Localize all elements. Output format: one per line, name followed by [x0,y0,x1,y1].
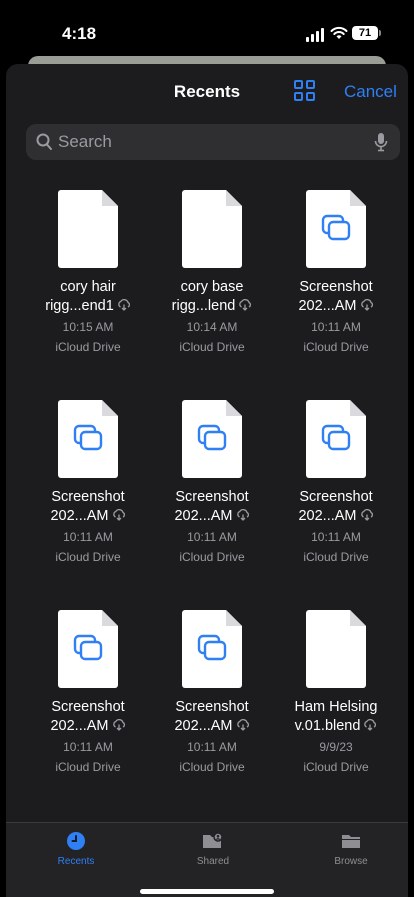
cloud-download-icon[interactable] [238,299,252,311]
file-name: Screenshot 202...AM [26,488,150,526]
folder-icon [342,835,360,848]
tab-recents[interactable]: Recents [36,831,116,867]
file-name-line2: 202...AM [298,508,357,524]
file-name-line2: rigg...end1 [45,298,114,314]
screenshot-icon [58,400,118,478]
cloud-download-icon[interactable] [112,719,126,731]
file-name-line1: Screenshot [175,699,249,715]
file-name-line1: cory base [180,279,244,295]
shared-folder-icon [203,832,223,848]
file-name-line2: v.01.blend [294,718,361,734]
file-location: iCloud Drive [55,340,121,354]
cloud-download-icon[interactable] [236,509,250,521]
file-name: cory hair rigg...end1 [26,278,150,316]
file-name: Screenshot 202...AM [274,488,398,526]
cancel-button[interactable]: Cancel [344,82,397,102]
screenshot-icon [182,610,242,688]
cloud-download-icon[interactable] [363,719,377,731]
tab-shared[interactable]: Shared [173,831,253,867]
screenshot-icon [58,610,118,688]
file-name-line1: Screenshot [175,489,249,505]
file-item[interactable]: Screenshot 202...AM 10:11 AM iCloud Drive [26,604,150,804]
file-picker-sheet: Recents Cancel cory hair rigg...end1 10:15… [6,64,408,897]
file-item[interactable]: cory hair rigg...end1 10:15 AM iCloud Drive [26,184,150,384]
cloud-download-icon[interactable] [236,719,250,731]
wifi-icon [330,26,348,39]
screenshot-icon [306,400,366,478]
file-name: Screenshot 202...AM [150,698,274,736]
file-modified-time: 9/9/23 [319,740,353,754]
file-location: iCloud Drive [55,550,121,564]
file-modified-time: 10:11 AM [311,320,361,334]
clock-icon [67,832,85,850]
file-location: iCloud Drive [179,340,245,354]
file-name-line1: cory hair [60,279,116,295]
file-modified-time: 10:11 AM [187,530,237,544]
file-modified-time: 10:15 AM [62,320,114,334]
file-modified-time: 10:11 AM [187,740,237,754]
file-item[interactable]: cory base rigg...lend 10:14 AM iCloud Drive [150,184,274,384]
tab-label-recents: Recents [57,856,95,867]
file-location: iCloud Drive [179,760,245,774]
file-name: Screenshot 202...AM [274,278,398,316]
file-name-line2: 202...AM [50,508,109,524]
file-location: iCloud Drive [55,760,121,774]
file-location: iCloud Drive [303,550,369,564]
search-bar[interactable] [26,124,400,160]
file-item[interactable]: Screenshot 202...AM 10:11 AM iCloud Drive [150,394,274,594]
document-icon [306,610,366,688]
file-name-line2: 202...AM [298,298,357,314]
cellular-signal-icon [306,28,326,42]
file-name-line2: 202...AM [174,718,233,734]
tab-bar: Recents Shared Browse [6,822,408,897]
tab-label-browse: Browse [334,856,368,867]
file-modified-time: 10:11 AM [63,530,113,544]
screenshot-icon [306,190,366,268]
battery-cap [379,30,381,36]
file-name: Screenshot 202...AM [26,698,150,736]
file-name: Screenshot 202...AM [150,488,274,526]
file-name-line2: 202...AM [50,718,109,734]
status-bar: 4:18 71 [0,0,414,56]
file-location: iCloud Drive [303,760,369,774]
tab-label-shared: Shared [196,856,230,867]
file-item[interactable]: Screenshot 202...AM 10:11 AM iCloud Drive [26,394,150,594]
file-location: iCloud Drive [179,550,245,564]
search-input[interactable] [58,124,358,160]
cloud-download-icon[interactable] [117,299,131,311]
file-name-line1: Screenshot [51,489,125,505]
home-indicator [140,889,274,894]
cloud-download-icon[interactable] [112,509,126,521]
cloud-download-icon[interactable] [360,509,374,521]
file-name: Ham Helsing v.01.blend [274,698,398,736]
file-name-line2: 202...AM [174,508,233,524]
document-icon [58,190,118,268]
file-name: cory base rigg...lend [150,278,274,316]
file-name-line1: Screenshot [299,489,373,505]
file-item[interactable]: Screenshot 202...AM 10:11 AM iCloud Drive [150,604,274,804]
screenshot-icon [182,400,242,478]
file-item[interactable]: Screenshot 202...AM 10:11 AM iCloud Drive [274,394,398,594]
document-icon [182,190,242,268]
file-name-line1: Screenshot [299,279,373,295]
search-icon [36,133,52,150]
file-item[interactable]: Screenshot 202...AM 10:11 AM iCloud Drive [274,184,398,384]
file-name-line2: rigg...lend [171,298,236,314]
file-name-line1: Screenshot [51,699,125,715]
tab-browse[interactable]: Browse [311,831,391,867]
grid-view-icon[interactable] [294,80,316,102]
file-item[interactable]: Ham Helsing v.01.blend 9/9/23 iCloud Drive [274,604,398,804]
file-location: iCloud Drive [303,340,369,354]
file-modified-time: 10:14 AM [186,320,238,334]
battery-indicator: 71 [352,26,378,40]
status-time: 4:18 [62,24,97,43]
file-modified-time: 10:11 AM [63,740,113,754]
cloud-download-icon[interactable] [360,299,374,311]
file-modified-time: 10:11 AM [311,530,361,544]
file-name-line1: Ham Helsing [294,699,378,715]
microphone-icon[interactable] [374,132,388,152]
